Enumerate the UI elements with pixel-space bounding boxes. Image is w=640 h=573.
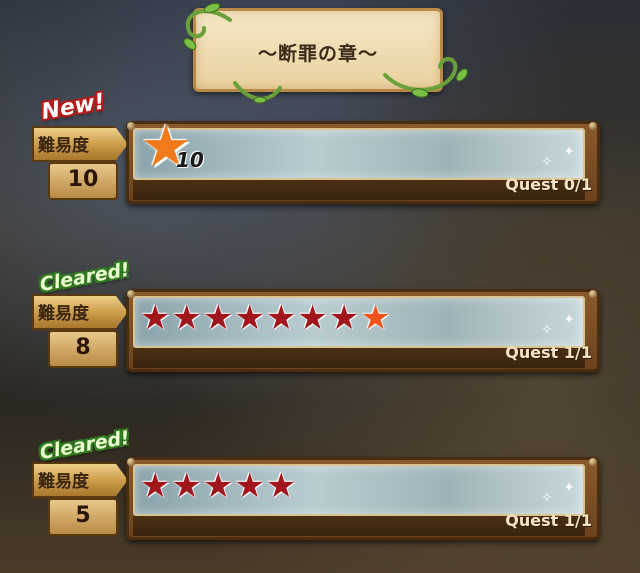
difficulty-stars: ★ ★ ★ ★ ★ bbox=[140, 464, 296, 508]
quest-level: 10 bbox=[67, 167, 99, 192]
star-icon: ★ bbox=[171, 298, 202, 338]
star-icon: ★ bbox=[140, 466, 171, 506]
vine-decoration-left bbox=[183, 2, 232, 50]
nail-icon bbox=[127, 290, 135, 298]
nail-icon bbox=[589, 122, 597, 130]
quest-level: 5 bbox=[75, 503, 91, 528]
quest-progress: Quest 0/1 bbox=[505, 175, 592, 194]
star-icon: ★ bbox=[202, 298, 234, 338]
star-icon: ★ bbox=[265, 298, 297, 338]
cleared-badge: Cleared! bbox=[38, 258, 132, 296]
cleared-badge: Cleared! bbox=[38, 426, 132, 464]
star-icon: ★ bbox=[202, 466, 234, 506]
star-icon: ★ bbox=[140, 298, 171, 338]
sparkle-icon: ✧ bbox=[541, 490, 553, 506]
difficulty-label: 難易度 bbox=[38, 472, 89, 492]
nail-icon bbox=[589, 458, 597, 466]
difficulty-star-single: ★ 10 bbox=[140, 116, 210, 180]
star-icon: ★ bbox=[234, 298, 265, 338]
difficulty-stars: ★ ★ ★ ★ ★ ★ ★ ★ bbox=[140, 296, 391, 340]
quest-row-1[interactable]: ✦ ✧ Quest 0/1 10 難易度 ★ 10 New! bbox=[28, 89, 602, 208]
sparkle-icon: ✧ bbox=[541, 322, 553, 338]
sparkle-icon: ✦ bbox=[563, 480, 575, 496]
star-icon: ★ bbox=[265, 466, 297, 506]
star-icon: ★ bbox=[171, 466, 202, 506]
star-icon: ★ bbox=[360, 298, 391, 338]
nail-icon bbox=[127, 122, 135, 130]
star-icon: ★ bbox=[297, 298, 328, 338]
quest-row-2[interactable]: ✦ ✧ Quest 1/1 8 難易度 ★ ★ ★ ★ ★ ★ ★ ★ Cleared! bbox=[28, 259, 602, 376]
new-badge: New! bbox=[39, 89, 107, 125]
quest-level: 8 bbox=[75, 335, 91, 360]
difficulty-label: 難易度 bbox=[38, 304, 89, 324]
sparkle-icon: ✦ bbox=[563, 144, 575, 160]
star-icon: ★ bbox=[328, 298, 360, 338]
quest-row-3[interactable]: ✦ ✧ Quest 1/1 5 難易度 ★ ★ ★ ★ ★ Cleared! bbox=[28, 427, 602, 544]
star-icon: ★ bbox=[234, 466, 265, 506]
sparkle-icon: ✧ bbox=[541, 154, 553, 170]
star-count-label: 10 bbox=[176, 148, 204, 172]
nail-icon bbox=[127, 458, 135, 466]
nail-icon bbox=[589, 290, 597, 298]
quest-progress: Quest 1/1 bbox=[505, 343, 592, 362]
vine-decoration-right bbox=[383, 57, 468, 98]
quest-progress: Quest 1/1 bbox=[505, 511, 592, 530]
difficulty-label: 難易度 bbox=[38, 136, 89, 156]
sparkle-icon: ✦ bbox=[563, 312, 575, 328]
